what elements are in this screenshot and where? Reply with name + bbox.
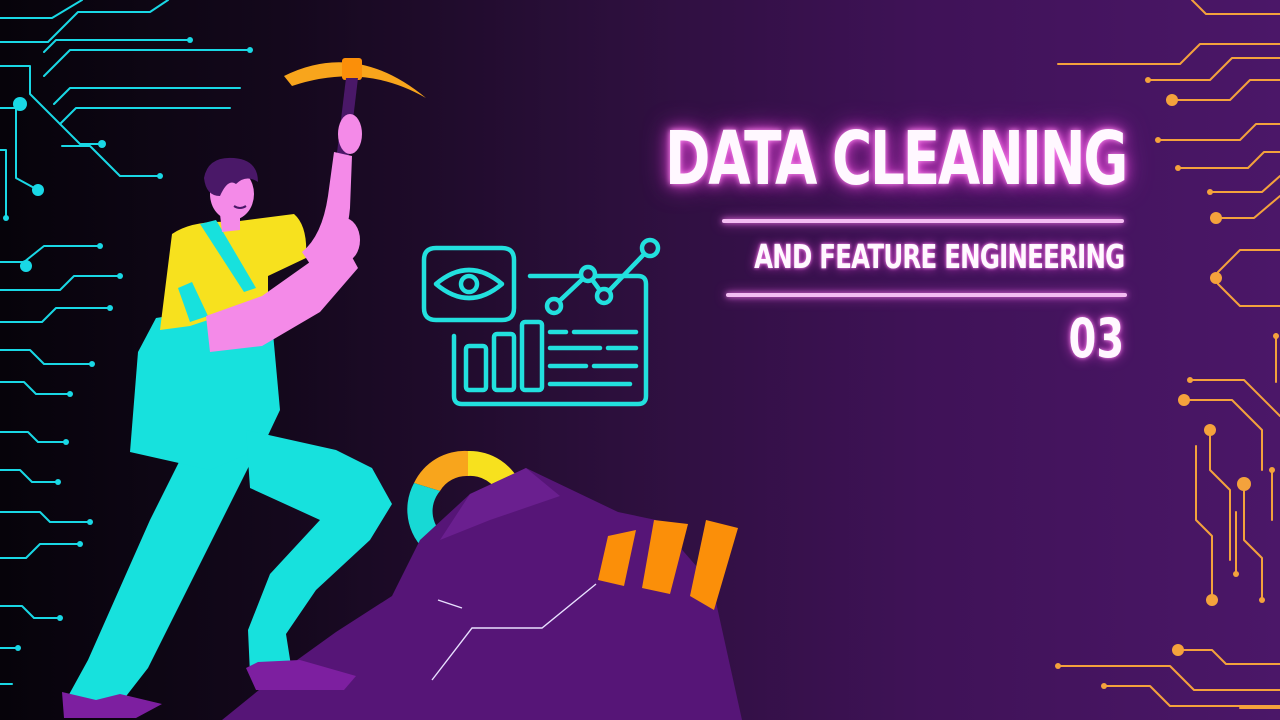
subtitle-divider	[726, 293, 1127, 297]
banner-title: DATA CLEANING	[664, 116, 1128, 202]
title-divider	[722, 219, 1124, 223]
thumbnail-banner: DATA CLEANING AND FEATURE ENGINEERING 03	[0, 0, 1280, 720]
pickaxe-icon	[284, 58, 426, 296]
banner-subtitle: AND FEATURE ENGINEERING	[753, 237, 1125, 276]
episode-number: 03	[1068, 307, 1124, 370]
